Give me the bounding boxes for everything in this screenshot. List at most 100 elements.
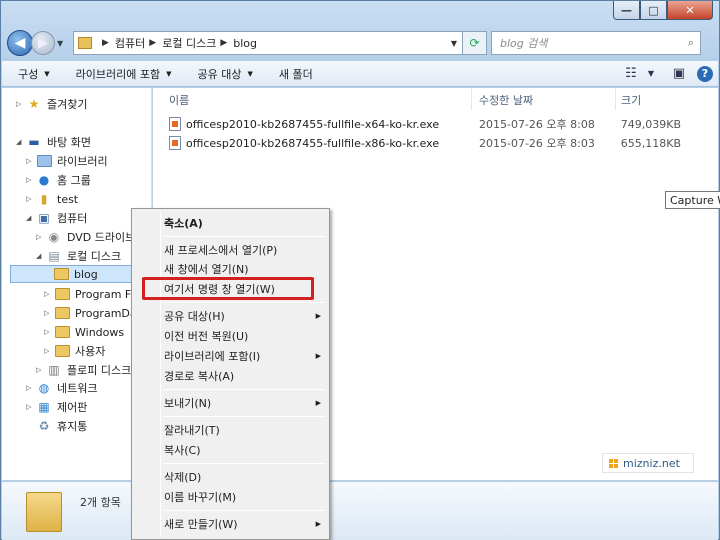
column-divider[interactable] [615,88,616,110]
nav-label: 로컬 디스크 [67,250,122,263]
expand-arrow-icon[interactable]: ▷ [36,233,46,241]
collapse-arrow-icon[interactable]: ◢ [26,214,36,222]
nav-item-homegroup[interactable]: ▷ ● 홈 그룹 [26,171,91,189]
breadcrumb-separator-icon[interactable]: ▶ [220,38,227,48]
forward-arrow-icon: ▶ [38,35,48,51]
nav-label: 플로피 디스크 [67,364,132,377]
recent-locations-button[interactable]: ▼ [57,39,69,48]
nav-item-floppy[interactable]: ▷ ▥ 플로피 디스크 [36,361,131,379]
chevron-down-icon: ▼ [166,69,172,78]
back-arrow-icon: ◀ [14,35,26,51]
menu-item-collapse[interactable]: 축소(A) [164,213,325,233]
menu-separator [164,463,325,464]
include-library-button[interactable]: 라이브러리에 포함 ▼ [76,66,172,82]
nav-item-control-panel[interactable]: ▷ ▦ 제어판 [26,398,87,416]
column-divider[interactable] [471,88,472,110]
menu-item-open-new-process[interactable]: 새 프로세스에서 열기(P) [164,240,325,260]
nav-label: 사용자 [75,345,106,358]
include-library-label: 라이브러리에 포함 [75,67,161,81]
file-row[interactable]: officesp2010-kb2687455-fullfile-x64-ko-k… [169,115,709,133]
menu-item-share-with[interactable]: 공유 대상(H) ▶ [164,306,325,326]
organize-button[interactable]: 구성 ▼ [18,66,50,82]
maximize-button[interactable]: □ [640,1,667,20]
address-dropdown-icon[interactable]: ▼ [446,39,462,48]
nav-item-favorites[interactable]: ▷ ★ 즐겨찾기 [16,95,87,113]
nav-label: test [57,192,79,206]
nav-item-local-disk[interactable]: ◢ ▤ 로컬 디스크 [36,247,121,265]
menu-item-cut[interactable]: 잘라내기(T) [164,420,325,440]
menu-separator [164,389,325,390]
nav-item-test[interactable]: ▷ ▮ test [26,190,78,208]
nav-item-recycle-bin[interactable]: ♻ 휴지통 [36,417,88,435]
column-header-date[interactable]: 수정한 날짜 [479,92,533,108]
watermark-logo-icon [609,458,618,468]
menu-label: 공유 대상(H) [164,310,225,323]
menu-item-open-new-window[interactable]: 새 창에서 열기(N) [164,259,325,279]
expand-arrow-icon[interactable]: ▷ [26,176,36,184]
breadcrumb-separator-icon[interactable]: ▶ [102,38,109,48]
menu-item-rename[interactable]: 이름 바꾸기(M) [164,487,325,507]
expand-arrow-icon[interactable]: ▷ [26,195,36,203]
address-bar[interactable]: ▶ 컴퓨터 ▶ 로컬 디스크 ▶ blog ▼ [73,31,463,55]
menu-separator [164,416,325,417]
nav-item-network[interactable]: ▷ ◍ 네트워크 [26,379,97,397]
menu-item-restore-previous[interactable]: 이전 버전 복원(U) [164,326,325,346]
navigation-pane: ▷ ★ 즐겨찾기 ◢ ▬ 바탕 화면 ▷ 라이브러리 ▷ ● 홈 그룹 ▷ ▮ test ◢ ▣ 컴퓨… [2,88,152,480]
breadcrumb-computer[interactable]: 컴퓨터 [115,35,145,51]
nav-item-users[interactable]: ▷ 사용자 [44,342,105,360]
expand-arrow-icon[interactable]: ▷ [44,290,54,298]
view-options-icon[interactable]: ☷ [618,66,644,81]
nav-item-libraries[interactable]: ▷ 라이브러리 [26,152,108,170]
menu-item-delete[interactable]: 삭제(D) [164,467,325,487]
expand-arrow-icon[interactable]: ▷ [36,366,46,374]
column-header-name[interactable]: 이름 [169,92,189,108]
refresh-button[interactable]: ⟳ [463,31,487,55]
menu-label: 새 창에서 열기(N) [164,263,249,276]
menu-label: 새 프로세스에서 열기(P) [164,244,278,257]
view-dropdown-icon[interactable]: ▼ [644,69,658,78]
expand-arrow-icon[interactable]: ▷ [44,309,54,317]
breadcrumb-separator-icon[interactable]: ▶ [149,38,156,48]
submenu-arrow-icon: ▶ [315,312,321,320]
breadcrumb-blog[interactable]: blog [233,37,257,50]
nav-label: 홈 그룹 [57,174,91,187]
close-button[interactable]: ✕ [667,1,713,20]
collapse-arrow-icon[interactable]: ◢ [16,138,26,146]
expand-arrow-icon[interactable]: ▷ [26,403,36,411]
folder-icon [78,37,92,49]
nav-label: 제어판 [57,401,88,414]
menu-item-include-library[interactable]: 라이브러리에 포함(I) ▶ [164,346,325,366]
share-with-button[interactable]: 공유 대상 ▼ [198,66,253,82]
submenu-arrow-icon: ▶ [315,520,321,528]
collapse-arrow-icon[interactable]: ◢ [36,252,46,260]
column-header-size[interactable]: 크기 [621,92,641,108]
file-date: 2015-07-26 오후 8:03 [479,137,595,150]
expand-arrow-icon[interactable]: ▷ [44,328,54,336]
forward-button[interactable]: ▶ [31,31,55,55]
expand-arrow-icon[interactable]: ▷ [44,347,54,355]
back-button[interactable]: ◀ [7,30,33,56]
menu-label: 새로 만들기(W) [164,518,238,531]
nav-item-computer[interactable]: ◢ ▣ 컴퓨터 [26,209,87,227]
expand-arrow-icon[interactable]: ▷ [26,384,36,392]
search-input[interactable]: blog 검색 ⌕ [491,31,701,55]
menu-item-copy[interactable]: 복사(C) [164,440,325,460]
nav-item-desktop[interactable]: ◢ ▬ 바탕 화면 [16,133,91,151]
dvd-drive-icon: ◉ [48,230,60,244]
preview-pane-icon[interactable]: ▣ [666,66,692,81]
new-folder-button[interactable]: 새 폴더 [279,66,313,82]
search-icon[interactable]: ⌕ [688,36,694,50]
file-row[interactable]: officesp2010-kb2687455-fullfile-x86-ko-k… [169,134,709,152]
menu-separator [164,236,325,237]
nav-item-dvd[interactable]: ▷ ◉ DVD 드라이브 [36,228,135,246]
menu-item-send-to[interactable]: 보내기(N) ▶ [164,393,325,413]
watermark: mizniz.net [602,453,694,473]
breadcrumb-local-disk[interactable]: 로컬 디스크 [162,35,216,51]
help-button[interactable]: ? [692,65,718,82]
expand-arrow-icon[interactable]: ▷ [16,100,26,108]
expand-arrow-icon[interactable]: ▷ [26,157,36,165]
nav-item-windows[interactable]: ▷ Windows [44,323,124,341]
minimize-button[interactable]: — [613,1,640,20]
menu-item-new[interactable]: 새로 만들기(W) ▶ [164,514,325,534]
menu-item-copy-as-path[interactable]: 경로로 복사(A) [164,366,325,386]
